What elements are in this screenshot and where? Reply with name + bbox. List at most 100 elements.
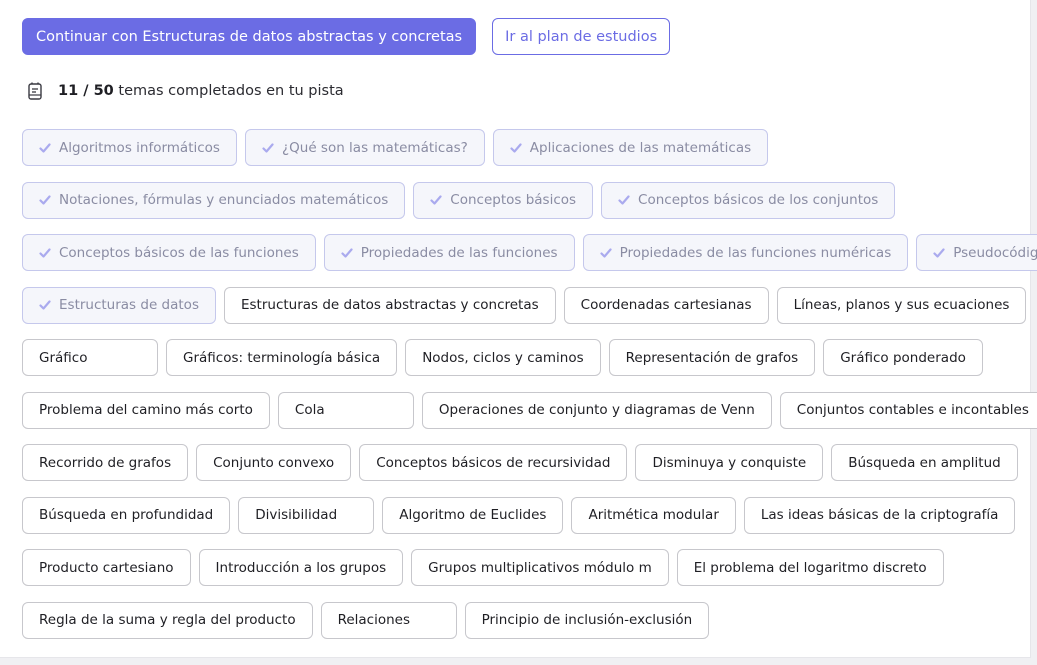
check-icon <box>510 142 522 153</box>
topic-label: Introducción a los grupos <box>215 559 387 576</box>
topic-label: Líneas, planos y sus ecuaciones <box>793 297 1010 313</box>
continue-button[interactable]: Continuar con Estructuras de datos abstr… <box>22 18 477 55</box>
topic-label: Representación de grafos <box>625 349 799 366</box>
topic-label: El problema del logaritmo discreto <box>693 559 927 576</box>
completed-count: 11 <box>58 83 79 99</box>
topic-chip[interactable]: Introducción a los grupos <box>198 549 404 586</box>
topic-chip[interactable]: Algoritmos informáticos <box>22 129 237 166</box>
topic-chip[interactable]: Pseudocódigo <box>916 234 1037 271</box>
progress-separator: / <box>78 83 94 99</box>
check-icon <box>262 142 274 153</box>
topic-chip[interactable]: Estructuras de datos abstractas y concre… <box>223 286 556 324</box>
topic-chip[interactable]: Principio de inclusión-exclusión <box>464 601 710 639</box>
topic-label: Gráficos: terminología básica <box>183 349 381 366</box>
topic-chip[interactable]: Producto cartesiano <box>22 549 191 586</box>
topic-label: Propiedades de las funciones numéricas <box>619 244 892 261</box>
topic-label: Nodos, ciclos y caminos <box>422 349 584 366</box>
total-count: 50 <box>93 83 114 99</box>
topic-label: Aplicaciones de las matemáticas <box>529 139 752 156</box>
topic-chip[interactable]: Gráficos: terminología básica <box>166 339 398 376</box>
topic-label: Gráfico <box>39 349 88 366</box>
progress-text: 11 / 50 temas completados en tu pista <box>58 83 344 99</box>
topic-label: Estructuras de datos <box>59 297 199 313</box>
topic-chip[interactable]: Representación de grafos <box>608 339 816 376</box>
topic-chip[interactable]: Notaciones, fórmulas y enunciados matemá… <box>22 181 406 219</box>
topic-chip[interactable]: Nodos, ciclos y caminos <box>405 339 601 376</box>
topic-label: Conceptos básicos de recursividad <box>376 454 611 471</box>
topic-label: Gráfico ponderado <box>840 349 966 366</box>
top-actions: Continuar con Estructuras de datos abstr… <box>22 18 671 55</box>
topic-chip[interactable]: Aritmética modular <box>571 496 736 534</box>
topic-chip[interactable]: Divisibilidad <box>238 496 375 534</box>
notebook-icon <box>22 78 48 104</box>
topic-chip[interactable]: Operaciones de conjunto y diagramas de V… <box>421 391 772 429</box>
progress-label: temas completados en tu pista <box>118 83 344 99</box>
topic-label: Notaciones, fórmulas y enunciados matemá… <box>59 192 389 208</box>
topic-chip[interactable]: Grupos multiplicativos módulo m <box>411 549 669 586</box>
topic-chip[interactable]: Problema del camino más corto <box>22 391 270 429</box>
topic-row: Producto cartesiano Introducción a los g… <box>22 549 1017 586</box>
topic-chip[interactable]: Conjunto convexo <box>196 444 352 481</box>
topic-label: Conceptos básicos <box>450 192 577 208</box>
topic-chip[interactable]: Líneas, planos y sus ecuaciones <box>776 286 1027 324</box>
topic-chip[interactable]: ¿Qué son las matemáticas? <box>244 129 485 166</box>
topic-row: Búsqueda en profundidad Divisibilidad Al… <box>22 496 1017 534</box>
topic-chip[interactable]: Propiedades de las funciones numéricas <box>582 234 909 271</box>
topic-chip[interactable]: Conceptos básicos de las funciones <box>22 234 316 271</box>
topic-chip[interactable]: Gráfico <box>22 339 158 376</box>
topic-label: Producto cartesiano <box>39 559 174 576</box>
check-icon <box>599 247 612 258</box>
topic-chip[interactable]: Búsqueda en profundidad <box>22 496 231 534</box>
topic-label: Algoritmo de Euclides <box>399 507 547 523</box>
topic-label: Búsqueda en profundidad <box>39 507 214 523</box>
topic-chip[interactable]: Recorrido de grafos <box>22 444 189 481</box>
topic-label: Pseudocódigo <box>953 244 1037 261</box>
topic-label: Grupos multiplicativos módulo m <box>428 559 652 576</box>
topic-chip[interactable]: Coordenadas cartesianas <box>563 286 769 324</box>
topic-label: Divisibilidad <box>255 507 338 523</box>
topic-label: Relaciones <box>337 612 411 628</box>
check-icon <box>39 195 51 205</box>
topic-label: Conjunto convexo <box>213 454 335 471</box>
topic-label: ¿Qué son las matemáticas? <box>281 139 468 156</box>
topic-label: Coordenadas cartesianas <box>580 297 752 313</box>
check-icon <box>341 247 353 258</box>
topic-chip[interactable]: Conceptos básicos <box>413 181 594 219</box>
topic-chip[interactable]: Estructuras de datos <box>22 286 216 324</box>
topic-row: Problema del camino más corto Cola Opera… <box>22 391 1037 429</box>
study-plan-button[interactable]: Ir al plan de estudios <box>492 18 671 55</box>
topic-chip[interactable]: El problema del logaritmo discreto <box>676 549 944 586</box>
check-icon <box>430 195 442 205</box>
topic-label: Conceptos básicos de las funciones <box>59 244 299 261</box>
topic-chip[interactable]: Regla de la suma y regla del producto <box>22 601 313 639</box>
topic-label: Conjuntos contables e incontables <box>796 402 1029 418</box>
topic-label: Principio de inclusión-exclusión <box>481 612 693 628</box>
check-icon <box>618 195 630 205</box>
progress-summary: 11 / 50 temas completados en tu pista <box>22 78 344 104</box>
topic-label: Algoritmos informáticos <box>59 139 220 156</box>
topic-chip[interactable]: Gráfico ponderado <box>823 339 983 376</box>
topic-chip[interactable]: Conceptos básicos de recursividad <box>359 444 628 481</box>
topic-chip[interactable]: Conjuntos contables e incontables <box>779 391 1037 429</box>
topic-chip[interactable]: Propiedades de las funciones <box>323 234 575 271</box>
topic-list: Algoritmos informáticos ¿Qué son las mat… <box>22 129 1037 654</box>
check-icon <box>39 142 51 153</box>
check-icon <box>39 300 51 310</box>
track-panel: Continuar con Estructuras de datos abstr… <box>0 0 1037 658</box>
topic-row: Algoritmos informáticos ¿Qué son las mat… <box>22 129 1017 166</box>
topic-chip[interactable]: Aplicaciones de las matemáticas <box>492 129 769 166</box>
topic-chip[interactable]: Las ideas básicas de la criptografía <box>743 496 1016 534</box>
topic-chip[interactable]: Búsqueda en amplitud <box>831 444 1018 481</box>
topic-chip[interactable]: Algoritmo de Euclides <box>382 496 564 534</box>
topic-chip[interactable]: Disminuya y conquiste <box>635 444 824 481</box>
topic-chip[interactable]: Relaciones <box>320 601 457 639</box>
topic-label: Conceptos básicos de los conjuntos <box>638 192 879 208</box>
topic-row: Regla de la suma y regla del producto Re… <box>22 601 1017 639</box>
check-icon <box>39 247 51 258</box>
topic-label: Búsqueda en amplitud <box>848 454 1001 471</box>
topic-chip[interactable]: Cola <box>277 391 414 429</box>
topic-label: Estructuras de datos abstractas y concre… <box>240 297 539 313</box>
topic-chip[interactable]: Conceptos básicos de los conjuntos <box>601 181 896 219</box>
topic-label: Propiedades de las funciones <box>360 244 558 261</box>
topic-row: Recorrido de grafos Conjunto convexo Con… <box>22 444 1018 481</box>
